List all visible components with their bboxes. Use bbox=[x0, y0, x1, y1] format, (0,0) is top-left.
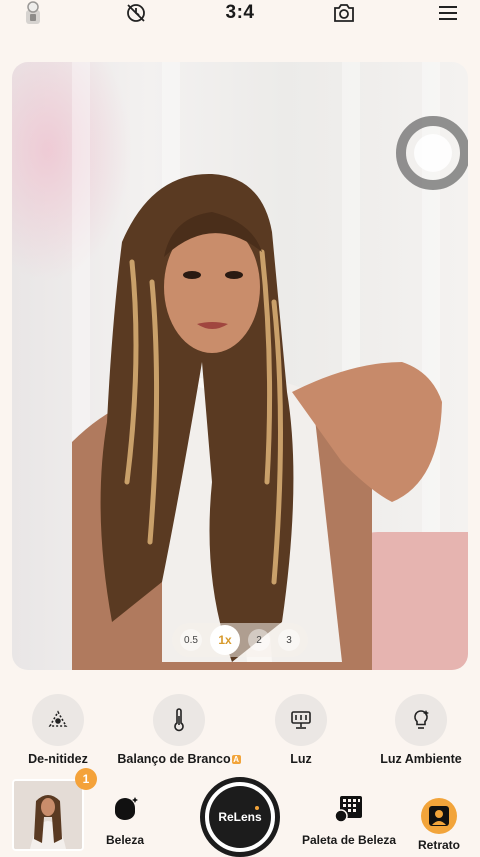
shutter-button[interactable]: ReLens bbox=[200, 777, 280, 857]
aspect-ratio-toggle[interactable]: 3:4 bbox=[220, 2, 260, 24]
tool-de-nitidez[interactable]: De-nitidez bbox=[0, 694, 123, 766]
light-panel-icon bbox=[275, 694, 327, 746]
tool-label: Balanço de Branco A bbox=[117, 752, 241, 766]
flash-icon[interactable] bbox=[22, 1, 44, 24]
timer-off-icon[interactable] bbox=[124, 2, 148, 24]
retrato-button[interactable]: Retrato bbox=[418, 798, 460, 852]
zoom-option-1x[interactable]: 1x bbox=[210, 625, 240, 655]
paleta-de-beleza-button[interactable]: Paleta de Beleza bbox=[302, 794, 396, 847]
paleta-label: Paleta de Beleza bbox=[302, 833, 397, 847]
beauty-face-icon bbox=[109, 794, 141, 829]
gallery-thumbnail[interactable] bbox=[12, 779, 84, 851]
tool-luz[interactable]: Luz bbox=[236, 694, 366, 766]
defocus-icon bbox=[32, 694, 84, 746]
beleza-label: Beleza bbox=[106, 833, 145, 847]
shutter-dot bbox=[255, 806, 259, 810]
tool-label-text: Balanço de Branco bbox=[117, 752, 231, 766]
bulb-icon bbox=[395, 694, 447, 746]
zoom-option-0-5[interactable]: 0.5 bbox=[180, 629, 202, 651]
gallery-badge: 1 bbox=[75, 768, 97, 790]
thumbnail-photo bbox=[14, 781, 82, 849]
tool-label: Luz Ambiente bbox=[380, 752, 462, 766]
camera-viewfinder[interactable]: 0.5 1x 2 3 bbox=[12, 62, 468, 670]
shutter-label: ReLens bbox=[218, 810, 262, 824]
zoom-selector: 0.5 1x 2 3 bbox=[172, 623, 308, 657]
shutter-inner: ReLens bbox=[209, 786, 271, 848]
switch-camera-icon[interactable] bbox=[331, 2, 357, 24]
palette-grid-icon bbox=[332, 794, 366, 829]
menu-icon[interactable] bbox=[436, 2, 460, 24]
beleza-button[interactable]: Beleza bbox=[106, 794, 144, 847]
retrato-label: Retrato bbox=[418, 838, 461, 852]
tools-row: De-nitidez Balanço de Branco A Luz Luz A… bbox=[0, 694, 480, 770]
tool-label: Luz bbox=[290, 752, 312, 766]
zoom-option-2[interactable]: 2 bbox=[248, 629, 270, 651]
bottom-bar: 1 Beleza ReLens Paleta de Beleza Retrato bbox=[0, 768, 480, 857]
tool-luz-ambiente[interactable]: Luz Ambiente bbox=[356, 694, 480, 766]
tool-balanco-de-branco[interactable]: Balanço de Branco A bbox=[114, 694, 244, 766]
focus-ring[interactable] bbox=[396, 116, 468, 190]
thermometer-icon bbox=[153, 694, 205, 746]
top-bar: 3:4 bbox=[0, 0, 480, 28]
zoom-option-3[interactable]: 3 bbox=[278, 629, 300, 651]
tool-label: De-nitidez bbox=[28, 752, 88, 766]
portrait-icon bbox=[421, 798, 457, 834]
